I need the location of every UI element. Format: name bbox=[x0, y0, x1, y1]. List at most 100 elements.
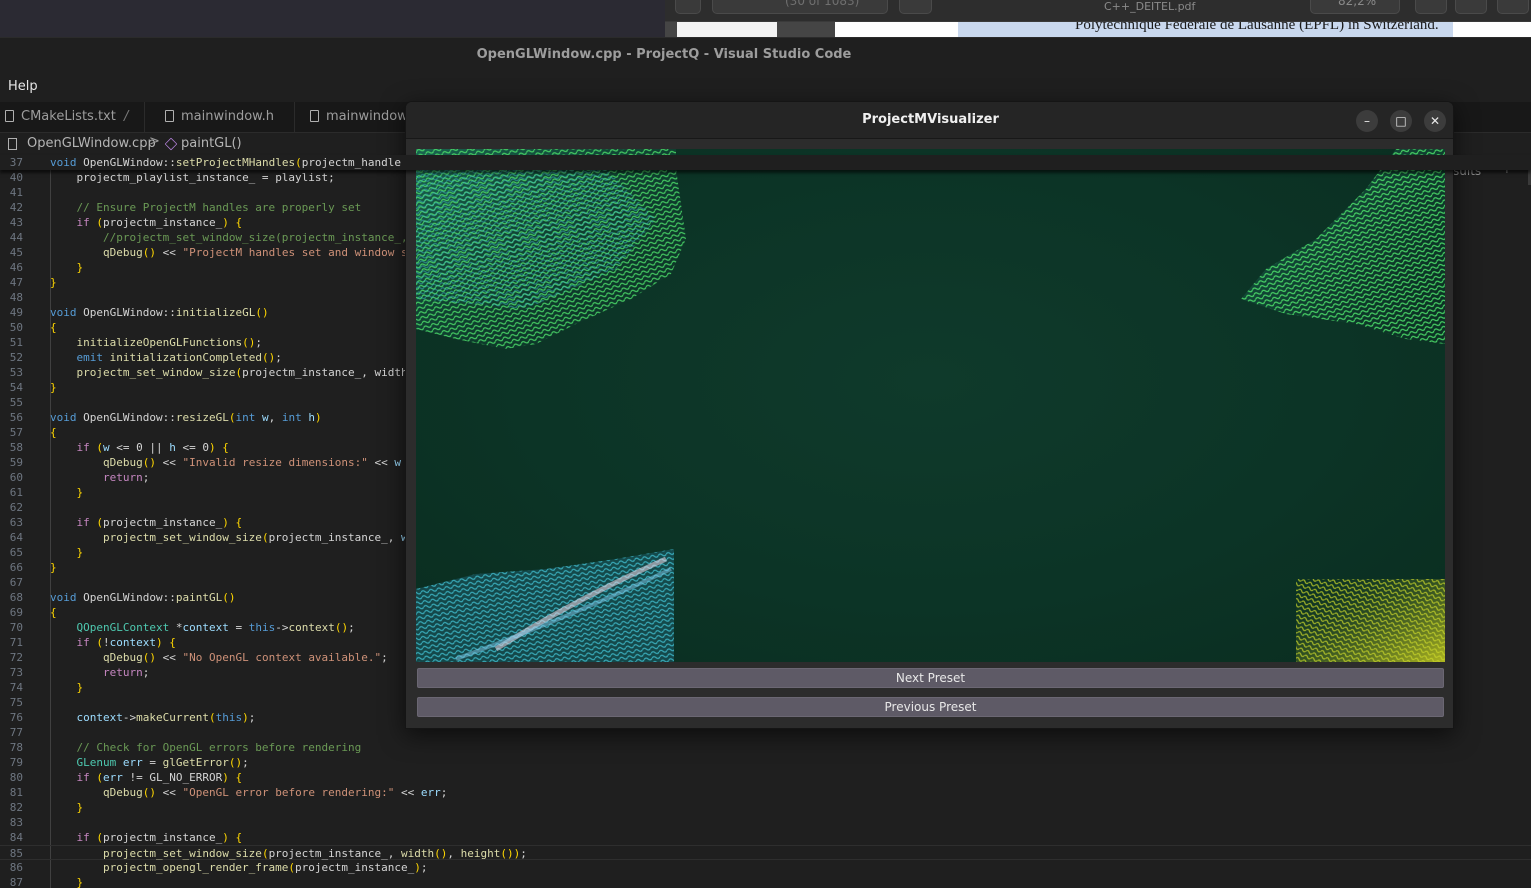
code-text: //projectm_set_window_size(projectm_inst… bbox=[102, 231, 408, 244]
file-icon bbox=[5, 110, 14, 122]
code-text: } bbox=[50, 276, 57, 289]
menubar: Help bbox=[0, 72, 1531, 102]
visual-shape bbox=[416, 549, 674, 662]
file-icon bbox=[165, 110, 174, 122]
visualizer-canvas[interactable] bbox=[416, 149, 1445, 662]
code-line[interactable]: 85 projectm_set_window_size(projectm_ins… bbox=[0, 845, 1531, 860]
code-text: projectm_set_window_size(projectm_instan… bbox=[76, 366, 408, 379]
code-text: if (w <= 0 || h <= 0) { bbox=[76, 441, 229, 454]
tab-label: mainwindow.cpp bbox=[326, 109, 414, 124]
code-text: if (err != GL_NO_ERROR) { bbox=[76, 771, 243, 784]
code-text: return; bbox=[102, 666, 150, 679]
visual-shape bbox=[1241, 149, 1445, 344]
line-number: 57 bbox=[9, 426, 23, 439]
menu-button[interactable] bbox=[1455, 0, 1487, 14]
breadcrumb-file[interactable]: OpenGLWindow.cpp bbox=[27, 136, 156, 151]
tab-cmakelists[interactable]: CMakeLists.txt / bbox=[0, 102, 145, 133]
code-text: } bbox=[76, 486, 84, 499]
code-text: return; bbox=[102, 471, 150, 484]
code-text: } bbox=[76, 681, 84, 694]
line-number: 85 bbox=[9, 847, 23, 860]
line-number: 66 bbox=[9, 561, 23, 574]
vscode-titlebar: OpenGLWindow.cpp - ProjectQ - Visual Stu… bbox=[0, 37, 1531, 72]
visualizer-graphics bbox=[416, 149, 1445, 662]
pdf-zoom-level: 82,2% bbox=[1338, 0, 1377, 8]
code-line[interactable]: 82 } bbox=[0, 800, 1531, 815]
pdf-text-line: Polytechnique Fédérale de Lausanne (EPFL… bbox=[1075, 22, 1439, 33]
sidebar-toggle-button[interactable] bbox=[675, 0, 701, 14]
tab-label: mainwindow.h bbox=[181, 109, 274, 124]
line-number: 87 bbox=[9, 876, 23, 888]
line-number: 44 bbox=[9, 231, 23, 244]
line-number: 68 bbox=[9, 591, 23, 604]
line-number: 77 bbox=[9, 726, 23, 739]
code-text: void OpenGLWindow::initializeGL() bbox=[50, 306, 269, 319]
maximize-button[interactable]: □ bbox=[1390, 110, 1412, 132]
tab-label: CMakeLists.txt bbox=[21, 109, 116, 124]
tab-suffix: / bbox=[123, 109, 129, 124]
code-text: void OpenGLWindow::setProjectMHandles(pr… bbox=[50, 156, 402, 169]
minimize-button[interactable]: – bbox=[1356, 110, 1378, 132]
code-line[interactable]: 87 } bbox=[0, 875, 1531, 888]
menu-help[interactable]: Help bbox=[8, 79, 38, 94]
code-text: GLenum err = glGetError(); bbox=[76, 756, 249, 769]
code-text: qDebug() << "No OpenGL context available… bbox=[102, 651, 388, 664]
line-number: 48 bbox=[9, 291, 23, 304]
code-text: if (projectm_instance_) { bbox=[76, 831, 243, 844]
code-text: { bbox=[50, 426, 57, 439]
line-number: 61 bbox=[9, 486, 23, 499]
code-line[interactable]: 83 bbox=[0, 815, 1531, 830]
line-number: 58 bbox=[9, 441, 23, 454]
visualizer-title: ProjectMVisualizer bbox=[862, 112, 999, 127]
code-text: } bbox=[50, 381, 57, 394]
sticky-scroll-line[interactable]: 37 void OpenGLWindow::setProjectMHandles(… bbox=[0, 155, 1531, 170]
file-icon bbox=[310, 110, 319, 122]
code-text: } bbox=[50, 561, 57, 574]
line-number: 59 bbox=[9, 456, 23, 469]
code-text: initializeOpenGLFunctions(); bbox=[76, 336, 262, 349]
line-number: 81 bbox=[9, 786, 23, 799]
line-number: 83 bbox=[9, 816, 23, 829]
close-button[interactable]: ✕ bbox=[1424, 110, 1446, 132]
code-line[interactable]: 84 if (projectm_instance_) { bbox=[0, 830, 1531, 845]
tab-mainwindow-h[interactable]: mainwindow.h bbox=[160, 102, 295, 133]
line-number: 53 bbox=[9, 366, 23, 379]
desktop: (30 of 1083) C++_DEITEL.pdf 82,2% Polyte… bbox=[0, 0, 1531, 888]
code-line[interactable]: 79 GLenum err = glGetError(); bbox=[0, 755, 1531, 770]
line-number: 52 bbox=[9, 351, 23, 364]
code-text: // Ensure ProjectM handles are properly … bbox=[76, 201, 362, 214]
line-number: 86 bbox=[9, 861, 23, 874]
visualizer-titlebar[interactable]: ProjectMVisualizer – □ ✕ bbox=[406, 102, 1453, 139]
code-text: if (!context) { bbox=[76, 636, 176, 649]
line-number: 45 bbox=[9, 246, 23, 259]
code-text: projectm_set_window_size(projectm_instan… bbox=[102, 531, 408, 544]
line-number: 73 bbox=[9, 666, 23, 679]
code-line[interactable]: 81 qDebug() << "OpenGL error before rend… bbox=[0, 785, 1531, 800]
line-number: 71 bbox=[9, 636, 23, 649]
code-text: qDebug() << "ProjectM handles set and wi… bbox=[102, 246, 408, 259]
tab-mainwindow-cpp[interactable]: mainwindow.cpp bbox=[305, 102, 415, 133]
pdf-thumbnail[interactable] bbox=[677, 22, 777, 37]
line-number: 42 bbox=[9, 201, 23, 214]
pdf-page: Polytechnique Fédérale de Lausanne (EPFL… bbox=[835, 22, 1531, 37]
code-line[interactable]: 86 projectm_opengl_render_frame(projectm… bbox=[0, 860, 1531, 875]
line-number: 50 bbox=[9, 321, 23, 334]
line-number: 69 bbox=[9, 606, 23, 619]
next-preset-button[interactable]: Next Preset bbox=[417, 668, 1444, 688]
minimize-button[interactable] bbox=[1497, 0, 1529, 14]
code-text: context->makeCurrent(this); bbox=[76, 711, 256, 724]
previous-preset-button[interactable]: Previous Preset bbox=[417, 697, 1444, 717]
line-number: 47 bbox=[9, 276, 23, 289]
breadcrumb-symbol[interactable]: paintGL() bbox=[181, 136, 242, 151]
code-text: } bbox=[76, 261, 84, 274]
line-number: 62 bbox=[9, 501, 23, 514]
annotate-button[interactable] bbox=[899, 0, 932, 14]
line-number: 84 bbox=[9, 831, 23, 844]
code-line[interactable]: 78 // Check for OpenGL errors before ren… bbox=[0, 740, 1531, 755]
search-button[interactable] bbox=[1415, 0, 1447, 14]
line-number: 70 bbox=[9, 621, 23, 634]
line-number: 65 bbox=[9, 546, 23, 559]
line-number: 43 bbox=[9, 216, 23, 229]
window-title: OpenGLWindow.cpp - ProjectQ - Visual Stu… bbox=[476, 47, 852, 62]
code-line[interactable]: 80 if (err != GL_NO_ERROR) { bbox=[0, 770, 1531, 785]
